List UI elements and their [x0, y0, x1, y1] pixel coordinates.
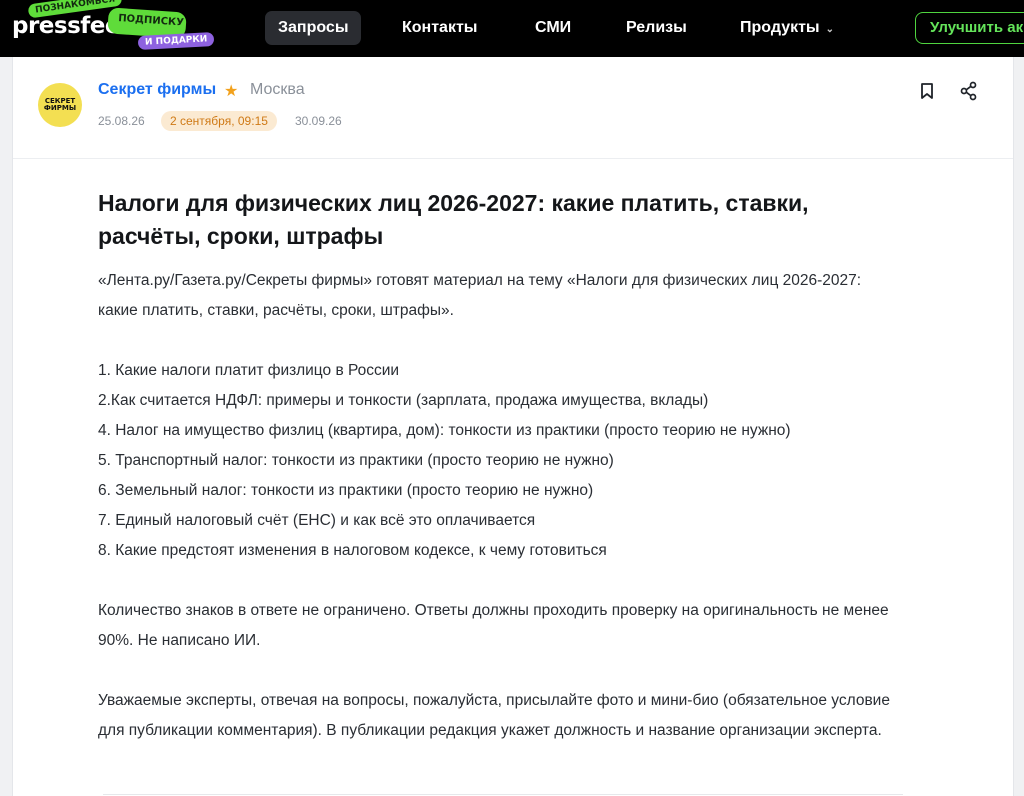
publisher-name[interactable]: Секрет фирмы — [98, 81, 216, 99]
nav-contacts[interactable]: Контакты — [389, 11, 490, 45]
question-item: 1. Какие налоги платит физлицо в России — [98, 362, 400, 379]
question-list: 1. Какие налоги платит физлицо в России … — [98, 356, 898, 566]
chevron-down-icon: ⌄ — [825, 24, 834, 35]
publisher-city: Москва — [250, 81, 305, 98]
request-card: СЕКРЕТ ФИРМЫ Секрет фирмы ★ Москва 25.08… — [12, 57, 1014, 796]
date-created: 25.08.26 — [98, 114, 145, 128]
deadline-badge: 2 сентября, 09:15 — [161, 111, 277, 131]
publisher-avatar[interactable]: СЕКРЕТ ФИРМЫ — [38, 83, 82, 127]
date-end: 30.09.26 — [295, 114, 342, 128]
request-note: Уважаемые эксперты, отвечая на вопросы, … — [98, 692, 890, 739]
top-navigation: ПОЗНАКОМЬСЯ pressfeed ПОДПИСКУ И ПОДАРКИ… — [0, 0, 1024, 57]
share-icon[interactable] — [958, 80, 980, 102]
nav-requests[interactable]: Запросы — [265, 11, 362, 45]
nav-media[interactable]: СМИ — [522, 11, 584, 45]
nav-releases[interactable]: Релизы — [613, 11, 700, 45]
request-header: СЕКРЕТ ФИРМЫ Секрет фирмы ★ Москва 25.08… — [13, 57, 1013, 159]
question-item: 8. Какие предстоят изменения в налоговом… — [98, 542, 607, 559]
upgrade-button[interactable]: Улучшить ак — [915, 12, 1024, 44]
question-item: 2.Как считается НДФЛ: примеры и тонкости… — [98, 392, 709, 409]
nav-products-label: Продукты — [740, 19, 820, 36]
question-item: 4. Налог на имущество физлиц (квартира, … — [98, 422, 791, 439]
question-item: 7. Единый налоговый счёт (ЕНС) и как всё… — [98, 512, 536, 529]
divider — [103, 794, 903, 795]
question-item: 6. Земельный налог: тонкости из практики… — [98, 482, 594, 499]
request-title: Налоги для физических лиц 2026-2027: как… — [98, 190, 809, 249]
avatar-text: СЕКРЕТ ФИРМЫ — [43, 97, 77, 112]
promo-sticker: И ПОДАРКИ — [137, 32, 215, 50]
request-intro: «Лента.ру/Газета.ру/Секреты фирмы» готов… — [98, 272, 862, 319]
question-item: 5. Транспортный налог: тонкости из практ… — [98, 452, 614, 469]
nav-products[interactable]: Продукты ⌄ — [727, 11, 847, 45]
logo[interactable]: ПОЗНАКОМЬСЯ pressfeed ПОДПИСКУ И ПОДАРКИ — [10, 0, 220, 57]
request-requirements: Количество знаков в ответе не ограничено… — [98, 602, 889, 649]
request-body: «Лента.ру/Газета.ру/Секреты фирмы» готов… — [98, 266, 898, 776]
star-icon: ★ — [224, 83, 239, 100]
bookmark-icon[interactable] — [916, 80, 938, 102]
